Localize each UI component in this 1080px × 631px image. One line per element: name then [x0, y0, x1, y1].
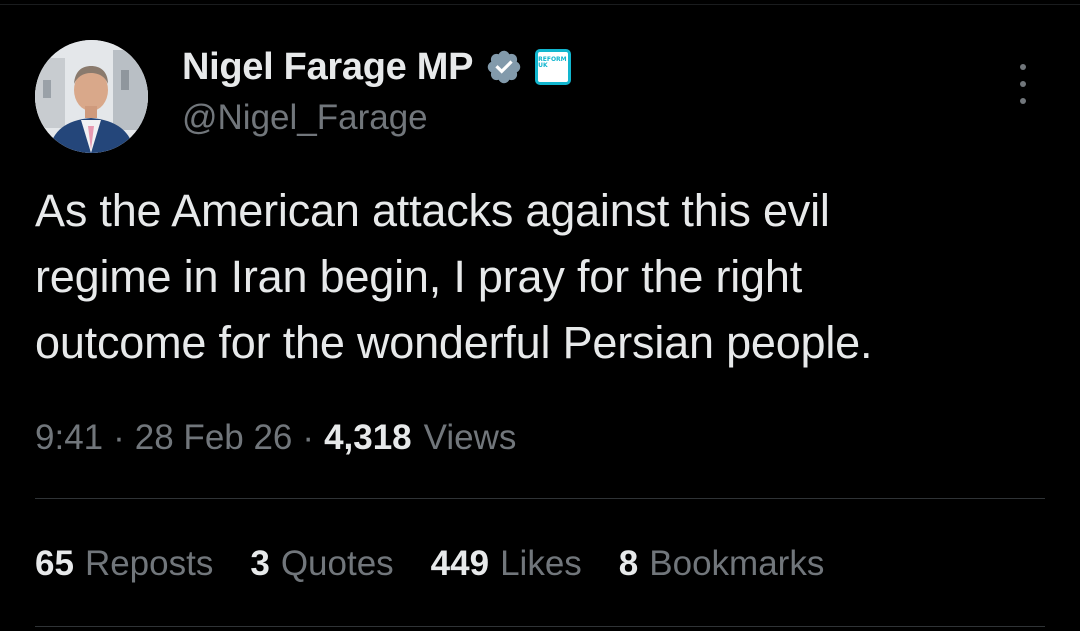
views-label: Views	[423, 418, 517, 457]
affiliate-badge[interactable]: REFORM UK	[535, 49, 572, 85]
stat-count: 65	[35, 544, 74, 583]
views-count[interactable]: 4,318	[324, 418, 412, 458]
tweet-time[interactable]: 9:41	[35, 418, 103, 458]
tweet-text-line: As the American attacks against this evi…	[35, 185, 830, 236]
more-dot	[1020, 98, 1026, 104]
stat-quotes[interactable]: 3 Quotes	[250, 544, 393, 584]
tweet-text-line: regime in Iran begin, I pray for the rig…	[35, 251, 802, 302]
stat-likes[interactable]: 449 Likes	[431, 544, 582, 584]
meta-separator: ·	[302, 418, 315, 457]
stat-label: Quotes	[280, 544, 394, 583]
stat-label: Reposts	[84, 544, 214, 583]
engagement-stats: 65 Reposts 3 Quotes 449 Likes 8 Bookmark…	[35, 538, 861, 590]
author-header: Nigel Farage MP REFORM UK	[182, 42, 572, 92]
stat-count: 8	[618, 544, 639, 583]
tweet-text-line: outcome for the wonderful Persian people…	[35, 317, 873, 368]
divider	[35, 498, 1045, 499]
author-handle[interactable]: @Nigel_Farage	[182, 98, 428, 138]
verified-badge-icon[interactable]	[485, 48, 523, 86]
more-options-icon[interactable]	[1008, 64, 1038, 104]
tweet-date[interactable]: 28 Feb 26	[135, 418, 293, 458]
top-rule	[0, 4, 1080, 5]
divider	[35, 626, 1045, 627]
stat-label: Bookmarks	[649, 544, 825, 583]
affiliate-badge-text: REFORM UK	[538, 56, 567, 69]
meta-separator: ·	[113, 418, 125, 457]
stat-reposts[interactable]: 65 Reposts	[35, 544, 213, 584]
stat-count: 449	[430, 544, 490, 583]
tweet-container: Nigel Farage MP REFORM UK @Nigel_Farage …	[0, 0, 1080, 631]
display-name[interactable]: Nigel Farage MP	[182, 46, 473, 89]
stat-label: Likes	[500, 544, 582, 583]
profile-photo-icon	[35, 40, 148, 153]
tweet-meta: 9:41 · 28 Feb 26 · 4,318 Views	[35, 413, 516, 463]
avatar[interactable]	[35, 40, 148, 153]
tweet-text: As the American attacks against this evi…	[35, 178, 1055, 376]
more-dot	[1020, 64, 1026, 70]
more-dot	[1020, 81, 1026, 87]
stat-bookmarks[interactable]: 8 Bookmarks	[619, 544, 825, 584]
stat-count: 3	[250, 544, 270, 583]
